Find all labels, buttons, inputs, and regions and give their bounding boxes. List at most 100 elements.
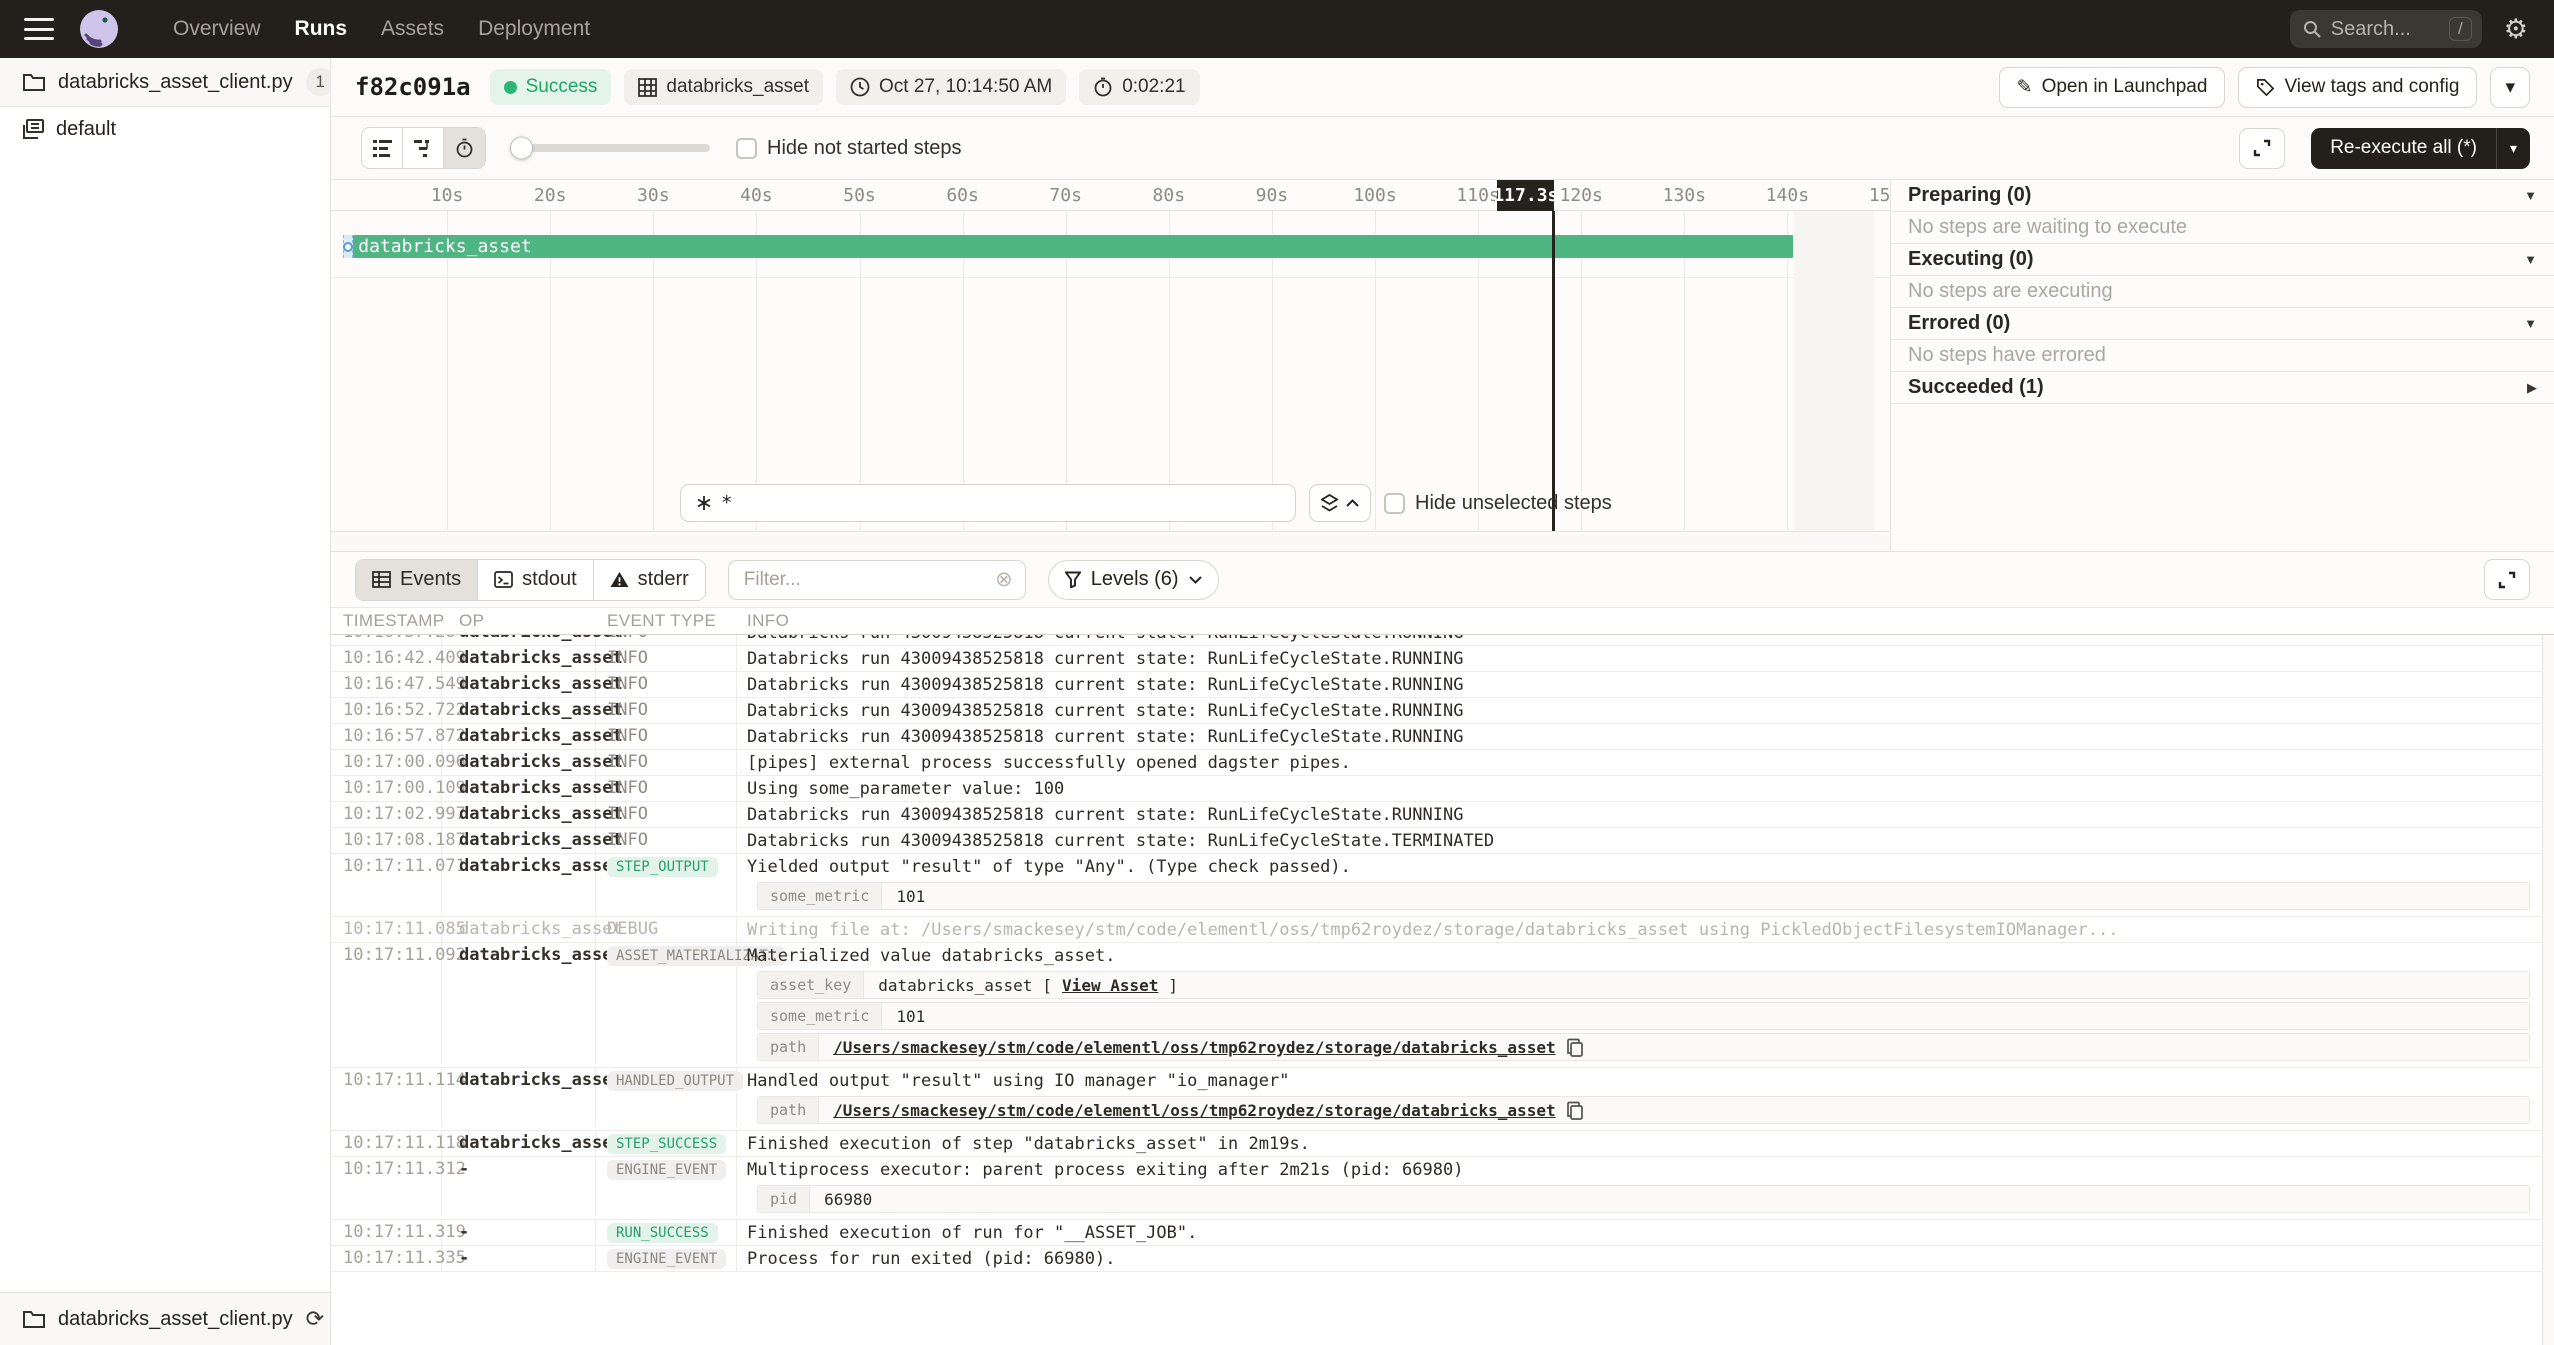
asset-tag-chip[interactable]: databricks_asset (624, 69, 823, 105)
tab-stderr[interactable]: stderr (594, 560, 705, 600)
panel-section-succeeded[interactable]: Succeeded (1)▶ (1891, 372, 2554, 404)
event-op: databricks_asset (442, 776, 596, 801)
top-nav: OverviewRunsAssetsDeployment Search... /… (0, 0, 2554, 58)
event-op: databricks_asset (442, 943, 596, 1064)
view-mode-segmented-control (361, 127, 486, 169)
event-row[interactable]: 10:17:11.319-RUN_SUCCESSFinished executi… (331, 1220, 2554, 1246)
refresh-icon[interactable]: ⟳ (306, 1306, 324, 1332)
table-icon (372, 571, 391, 588)
sidebar-item-default[interactable]: default (0, 107, 330, 151)
hide-unselected-checkbox[interactable]: Hide unselected steps (1384, 492, 1612, 515)
event-message: Databricks run 43009438525818 current st… (747, 635, 2540, 645)
event-row[interactable]: 10:17:11.085databricks_assetDEBUGWriting… (331, 917, 2554, 943)
event-info: Databricks run 43009438525818 current st… (737, 698, 2554, 723)
row-gridline (331, 277, 1890, 278)
waterfall-view-button[interactable] (403, 128, 444, 168)
folder-icon (23, 73, 45, 92)
nav-item-runs[interactable]: Runs (278, 17, 365, 41)
event-row[interactable]: 10:17:11.071databricks_assetSTEP_OUTPUTY… (331, 854, 2554, 917)
step-selector-input[interactable]: * (680, 484, 1296, 522)
dagster-logo[interactable] (78, 8, 120, 50)
selection-options-button[interactable] (1309, 484, 1371, 522)
run-actions-dropdown-button[interactable]: ▾ (2490, 67, 2530, 108)
axis-tick-label: 40s (726, 180, 786, 211)
levels-dropdown[interactable]: Levels (6) (1048, 560, 1219, 600)
event-row[interactable]: 10:17:00.109databricks_assetINFOUsing so… (331, 776, 2554, 802)
metadata-label: pid (758, 1186, 810, 1212)
tab-stdout[interactable]: stdout (478, 560, 593, 600)
copy-icon[interactable] (1566, 1101, 1584, 1120)
event-row[interactable]: 10:17:08.187databricks_assetINFODatabric… (331, 828, 2554, 854)
clock-icon (850, 77, 870, 97)
nav-item-assets[interactable]: Assets (364, 17, 461, 41)
axis-tick-label: 10s (417, 180, 477, 211)
gantt-bar-label: databricks_asset (353, 236, 531, 257)
event-info: Databricks run 43009438525818 current st… (737, 672, 2554, 697)
tab-events[interactable]: Events (356, 560, 478, 600)
checkbox-icon[interactable] (1384, 493, 1405, 514)
sidebar-item-file[interactable]: databricks_asset_client.py 1 (0, 58, 330, 107)
nav-item-deployment[interactable]: Deployment (461, 17, 607, 41)
clear-filter-icon[interactable]: ⊗ (995, 567, 1013, 592)
expand-gantt-button[interactable] (2239, 128, 2285, 169)
event-row[interactable]: 10:17:02.997databricks_assetINFODatabric… (331, 802, 2554, 828)
zoom-slider-knob[interactable] (510, 137, 533, 160)
event-type-cell: RUN_SUCCESS (596, 1220, 737, 1245)
hide-not-started-checkbox[interactable]: Hide not started steps (736, 137, 962, 160)
log-filter-input[interactable]: Filter... ⊗ (728, 560, 1026, 600)
event-row[interactable]: 10:17:11.118databricks_assetSTEP_SUCCESS… (331, 1131, 2554, 1157)
event-timestamp: 10:17:11.085 (331, 917, 442, 942)
scrollbar-track[interactable] (2542, 635, 2554, 1345)
copy-icon[interactable] (1566, 1038, 1584, 1057)
event-row[interactable]: 10:16:47.549databricks_assetINFODatabric… (331, 672, 2554, 698)
timed-view-button[interactable] (444, 128, 485, 168)
gear-icon[interactable]: ⚙ (2504, 16, 2528, 43)
search-shortcut-key: / (2449, 17, 2472, 41)
event-info: Finished execution of run for "__ASSET_J… (737, 1220, 2554, 1245)
event-type-pill: ENGINE_EVENT (607, 1249, 726, 1269)
view-tags-config-button[interactable]: View tags and config (2238, 67, 2477, 108)
event-row[interactable]: 10:16:37.284databricks_assetINFODatabric… (331, 635, 2554, 646)
reexecute-dropdown-button[interactable]: ▾ (2496, 128, 2530, 169)
metadata-link[interactable]: /Users/smackesey/stm/code/elementl/oss/t… (833, 1101, 1555, 1120)
panel-section-executing[interactable]: Executing (0)▼ (1891, 244, 2554, 276)
event-timestamp: 10:16:57.872 (331, 724, 442, 749)
event-row[interactable]: 10:17:11.114databricks_assetHANDLED_OUTP… (331, 1068, 2554, 1131)
event-row[interactable]: 10:16:57.872databricks_assetINFODatabric… (331, 724, 2554, 750)
event-row[interactable]: 10:16:52.722databricks_assetINFODatabric… (331, 698, 2554, 724)
events-table-body: 10:16:37.284databricks_assetINFODatabric… (331, 635, 2554, 1345)
panel-section-errored[interactable]: Errored (0)▼ (1891, 308, 2554, 340)
reexecute-all-button[interactable]: Re-execute all (*) (2311, 128, 2496, 169)
expand-logs-button[interactable] (2484, 559, 2530, 600)
view-asset-link[interactable]: View Asset (1062, 976, 1158, 995)
event-info: Databricks run 43009438525818 current st… (737, 724, 2554, 749)
event-row[interactable]: 10:16:42.409databricks_assetINFODatabric… (331, 646, 2554, 672)
event-row[interactable]: 10:17:11.092databricks_assetASSET_MATERI… (331, 943, 2554, 1068)
event-message: [pipes] external process successfully op… (747, 752, 2540, 775)
event-row[interactable]: 10:17:00.096databricks_assetINFO[pipes] … (331, 750, 2554, 776)
event-message: Process for run exited (pid: 66980). (747, 1248, 2540, 1271)
event-row[interactable]: 10:17:11.335-ENGINE_EVENTProcess for run… (331, 1246, 2554, 1272)
chevron-down-icon: ▼ (2524, 252, 2537, 267)
zoom-slider[interactable] (512, 144, 710, 152)
menu-icon[interactable] (24, 18, 54, 40)
event-message: Databricks run 43009438525818 current st… (747, 804, 2540, 827)
checkbox-icon[interactable] (736, 138, 757, 159)
nav-item-overview[interactable]: Overview (156, 17, 278, 41)
selection-handle[interactable] (343, 235, 353, 258)
event-op: databricks_asset (442, 724, 596, 749)
axis-tick-label: 120s (1551, 180, 1611, 211)
layers-icon (1321, 494, 1338, 513)
gantt-bar-databricks-asset[interactable]: databricks_asset (353, 235, 1792, 258)
event-message: Materialized value databricks_asset. (747, 945, 2540, 968)
panel-section-preparing[interactable]: Preparing (0)▼ (1891, 180, 2554, 212)
event-op: databricks_asset (442, 828, 596, 853)
open-launchpad-button[interactable]: ✎ Open in Launchpad (1999, 67, 2226, 108)
event-row[interactable]: 10:17:11.312-ENGINE_EVENTMultiprocess ex… (331, 1157, 2554, 1220)
event-type-pill: HANDLED_OUTPUT (607, 1071, 743, 1091)
metadata-link[interactable]: /Users/smackesey/stm/code/elementl/oss/t… (833, 1038, 1555, 1057)
event-info: Writing file at: /Users/smackesey/stm/co… (737, 917, 2554, 942)
flat-view-button[interactable] (362, 128, 403, 168)
selection-handle-knob[interactable] (343, 242, 353, 252)
search-input[interactable]: Search... / (2290, 10, 2482, 48)
